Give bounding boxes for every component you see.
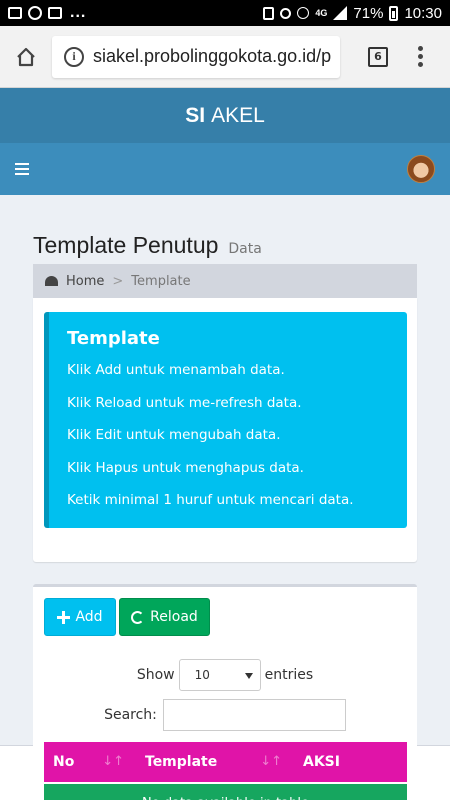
gallery-notification-icon xyxy=(8,7,22,19)
signal-icon xyxy=(333,6,348,20)
breadcrumb: Home > Template xyxy=(33,264,417,298)
plus-icon xyxy=(57,610,71,624)
dashboard-icon xyxy=(45,276,58,286)
search-input[interactable] xyxy=(162,699,346,731)
reload-button-label: Reload xyxy=(150,609,198,625)
callout-line: Klik Hapus untuk menghapus data. xyxy=(67,459,304,476)
breadcrumb-separator: > xyxy=(112,273,124,289)
breadcrumb-home-link[interactable]: Home xyxy=(66,274,104,289)
table-search: Search: xyxy=(33,699,417,731)
browser-menu-button[interactable] xyxy=(418,46,423,67)
table-header: No ↓↑ Template ↓↑ AKSI xyxy=(44,742,407,782)
breadcrumb-current: Template xyxy=(131,273,191,289)
reload-button[interactable]: Reload xyxy=(119,598,210,636)
more-notifications: ... xyxy=(70,4,87,21)
browser-home-button[interactable] xyxy=(0,26,52,88)
column-header-template[interactable]: Template ↓↑ xyxy=(136,742,294,782)
battery-icon xyxy=(389,5,399,21)
callout-line: Klik Add untuk menambah data. xyxy=(67,362,285,378)
tab-switcher-button[interactable]: 6 xyxy=(368,46,388,67)
callout-line: Klik Edit untuk mengubah data. xyxy=(67,427,281,443)
page-title: Template Penutup xyxy=(33,232,219,258)
logo-bold: SI xyxy=(185,103,206,127)
home-icon xyxy=(17,47,35,66)
table-empty-row: No data available in table xyxy=(44,784,407,800)
app-logo[interactable]: SI AKEL xyxy=(0,88,450,143)
site-info-icon[interactable]: i xyxy=(64,46,84,67)
page-length-control: Show 10 entries xyxy=(33,659,417,691)
top-navbar xyxy=(0,143,450,195)
dropdown-arrow-icon xyxy=(244,673,253,679)
whatsapp-notification-icon xyxy=(28,6,42,20)
page-subtitle: Data xyxy=(228,241,262,257)
footer-edge-right xyxy=(417,745,450,800)
column-header-no[interactable]: No ↓↑ xyxy=(44,742,136,782)
network-type: 4G xyxy=(315,8,328,18)
alarm-icon xyxy=(297,7,310,19)
sidebar-toggle-icon[interactable] xyxy=(15,163,29,175)
callout-title: Template xyxy=(67,328,160,349)
info-box: Template Klik Add untuk menambah data. K… xyxy=(33,298,417,562)
refresh-icon xyxy=(131,610,145,624)
entries-label: entries xyxy=(264,667,314,683)
page-length-value: 10 xyxy=(194,668,210,682)
sort-icon: ↓↑ xyxy=(102,754,124,769)
lock-icon xyxy=(263,6,275,20)
camera-notification-icon xyxy=(48,7,62,19)
location-icon xyxy=(280,7,292,19)
browser-toolbar: i siakel.probolinggokota.go.id/p 6 xyxy=(0,26,450,88)
logo-rest: AKEL xyxy=(211,103,265,127)
status-bar: ... 4G 71% 10:30 xyxy=(0,0,450,26)
user-avatar[interactable] xyxy=(407,155,435,183)
add-button[interactable]: Add xyxy=(44,598,116,636)
callout-line: Klik Reload untuk me-refresh data. xyxy=(67,394,302,411)
add-button-label: Add xyxy=(75,609,103,625)
content-header: Template Penutup Data xyxy=(33,232,262,259)
page-length-select[interactable]: 10 xyxy=(178,659,261,691)
footer-edge-left xyxy=(0,745,33,800)
column-header-aksi: AKSI xyxy=(303,754,340,770)
data-box: Add Reload Show 10 entries Search: No ↓↑… xyxy=(33,584,417,800)
sort-icon: ↓↑ xyxy=(260,754,282,769)
info-callout: Template Klik Add untuk menambah data. K… xyxy=(44,312,407,528)
battery-percent: 71% xyxy=(353,4,384,22)
address-bar[interactable]: i siakel.probolinggokota.go.id/p xyxy=(52,35,340,78)
url-text: siakel.probolinggokota.go.id/p xyxy=(93,46,332,66)
callout-line: Ketik minimal 1 huruf untuk mencari data… xyxy=(67,492,354,508)
search-label: Search: xyxy=(104,707,157,723)
clock: 10:30 xyxy=(404,4,442,22)
show-label: Show xyxy=(136,667,175,683)
